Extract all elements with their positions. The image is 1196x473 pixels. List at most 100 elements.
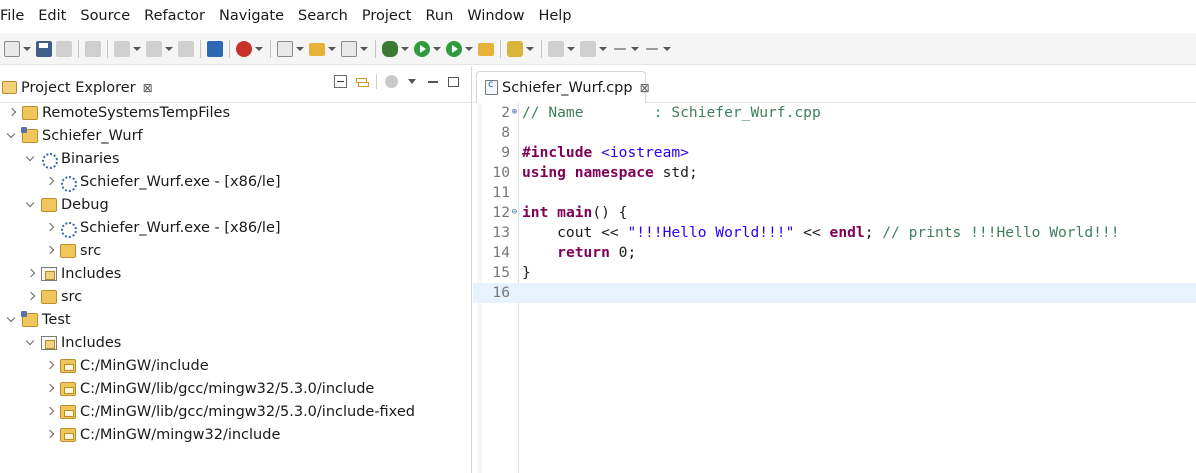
chevron-down-icon[interactable] [525,41,534,57]
chevron-right-icon[interactable] [25,268,36,279]
open-console-icon[interactable] [207,40,223,57]
chevron-right-icon[interactable] [44,383,55,394]
chevron-down-icon[interactable] [6,314,17,325]
menu-search[interactable]: Search [291,0,355,33]
code-line[interactable]: 14 return 0; [473,243,1196,263]
new-cpp-project-icon[interactable] [277,40,293,57]
maximize-icon[interactable] [448,76,459,87]
chevron-down-icon[interactable] [464,41,473,57]
code-line[interactable]: 10 using namespace std; [473,163,1196,183]
chevron-down-icon[interactable] [25,153,36,164]
code-line[interactable]: 15} [473,263,1196,283]
tree-item[interactable]: src [0,239,472,262]
code-line[interactable]: 12 ⊖ int main() { [473,203,1196,223]
tree-item[interactable]: Schiefer_Wurf.exe - [x86/le] [0,216,472,239]
menu-navigate[interactable]: Navigate [212,0,291,33]
chevron-right-icon[interactable] [44,245,55,256]
tree-item[interactable]: Binaries [0,147,472,170]
toggle-icon[interactable] [178,40,194,57]
menu-edit[interactable]: Edit [31,0,73,33]
build-config-icon[interactable] [146,40,162,57]
external-tools-icon[interactable] [446,40,462,57]
chevron-down-icon[interactable] [432,41,441,57]
menu-refactor[interactable]: Refactor [137,0,212,33]
menu-source[interactable]: Source [73,0,137,33]
back-icon[interactable] [612,41,628,57]
new-icon[interactable] [4,40,20,57]
tab-schiefer-wurf-cpp[interactable]: Schiefer_Wurf.cpp ⊠ [476,71,650,103]
link-with-editor-icon[interactable] [355,75,369,88]
tree-item[interactable]: Includes [0,262,472,285]
chevron-down-icon[interactable] [327,41,336,57]
tree-item[interactable]: Schiefer_Wurf.exe - [x86/le] [0,170,472,193]
menu-window[interactable]: Window [460,0,531,33]
chevron-right-icon[interactable] [44,406,55,417]
build-icon[interactable] [114,40,130,57]
tree-item[interactable]: C:/MinGW/lib/gcc/mingw32/5.3.0/include-f… [0,400,472,423]
close-icon[interactable]: ⊠ [640,81,650,95]
forward-icon[interactable] [644,41,660,57]
tree-item[interactable]: Includes [0,331,472,354]
code-line[interactable]: 11 [473,183,1196,203]
code-line[interactable]: 9 #include <iostream> [473,143,1196,163]
tree-item[interactable]: C:/MinGW/include [0,354,472,377]
open-folder-icon[interactable] [309,43,325,56]
chevron-right-icon[interactable] [44,429,55,440]
chevron-right-icon[interactable] [44,176,55,187]
chevron-down-icon[interactable] [598,41,607,57]
chevron-down-icon[interactable] [359,41,368,57]
code-line[interactable]: 8 [473,123,1196,143]
chevron-down-icon[interactable] [295,41,304,57]
prev-annotation-icon[interactable] [580,40,596,57]
tab-project-explorer[interactable]: Project Explorer ⊠ [0,72,153,103]
save-icon[interactable] [36,40,52,57]
collapse-all-icon[interactable] [334,75,347,88]
chevron-down-icon[interactable] [630,41,639,57]
stop-icon[interactable] [236,40,252,57]
debug-icon[interactable] [382,40,398,57]
code-text[interactable]: 2 ⊕// Name : Schiefer_Wurf.cpp 8 9 #include … [473,103,1196,303]
chevron-down-icon[interactable] [25,199,36,210]
chevron-down-icon[interactable] [254,41,263,57]
close-icon[interactable]: ⊠ [143,81,153,95]
fold-expand-icon[interactable]: ⊕ [510,108,519,117]
save-all-icon[interactable] [56,40,72,57]
chevron-down-icon[interactable] [164,41,173,57]
tree-item[interactable]: Debug [0,193,472,216]
tree-item[interactable]: C:/MinGW/lib/gcc/mingw32/5.3.0/include [0,377,472,400]
open-task-icon[interactable] [478,43,494,56]
code-line[interactable]: 13 cout << "!!!Hello World!!!" << endl; … [473,223,1196,243]
next-annotation-icon[interactable] [548,40,564,57]
chevron-right-icon[interactable] [25,291,36,302]
chevron-down-icon[interactable] [6,130,17,141]
tree-item[interactable]: Test [0,308,472,331]
tree-item[interactable]: C:/MinGW/mingw32/include [0,423,472,446]
chevron-right-icon[interactable] [44,222,55,233]
chevron-down-icon[interactable] [566,41,575,57]
chevron-down-icon[interactable] [22,41,31,57]
chevron-down-icon[interactable] [400,41,409,57]
current-line[interactable]: 16 [473,283,1196,303]
chevron-right-icon[interactable] [6,107,17,118]
filter-icon[interactable] [385,75,398,88]
menu-project[interactable]: Project [355,0,419,33]
code-line[interactable]: 2 ⊕// Name : Schiefer_Wurf.cpp [473,103,1196,123]
minimize-icon[interactable] [427,75,440,88]
menu-file[interactable]: File [0,0,31,33]
menu-help[interactable]: Help [531,0,578,33]
search-icon[interactable] [507,40,523,57]
tree-item[interactable]: Schiefer_Wurf [0,124,472,147]
chevron-down-icon[interactable] [662,41,671,57]
tree-item[interactable]: src [0,285,472,308]
run-icon[interactable] [414,40,430,57]
chevron-down-icon[interactable] [132,41,141,57]
print-icon[interactable] [85,40,101,57]
new-class-icon[interactable] [341,40,357,57]
fold-collapse-icon[interactable]: ⊖ [510,208,519,217]
menu-run[interactable]: Run [419,0,461,33]
view-menu-icon[interactable] [406,75,419,88]
code-editor[interactable]: 2 ⊕// Name : Schiefer_Wurf.cpp 8 9 #include … [473,103,1196,473]
chevron-down-icon[interactable] [25,337,36,348]
tree-item[interactable]: RemoteSystemsTempFiles [0,101,472,124]
chevron-right-icon[interactable] [44,360,55,371]
